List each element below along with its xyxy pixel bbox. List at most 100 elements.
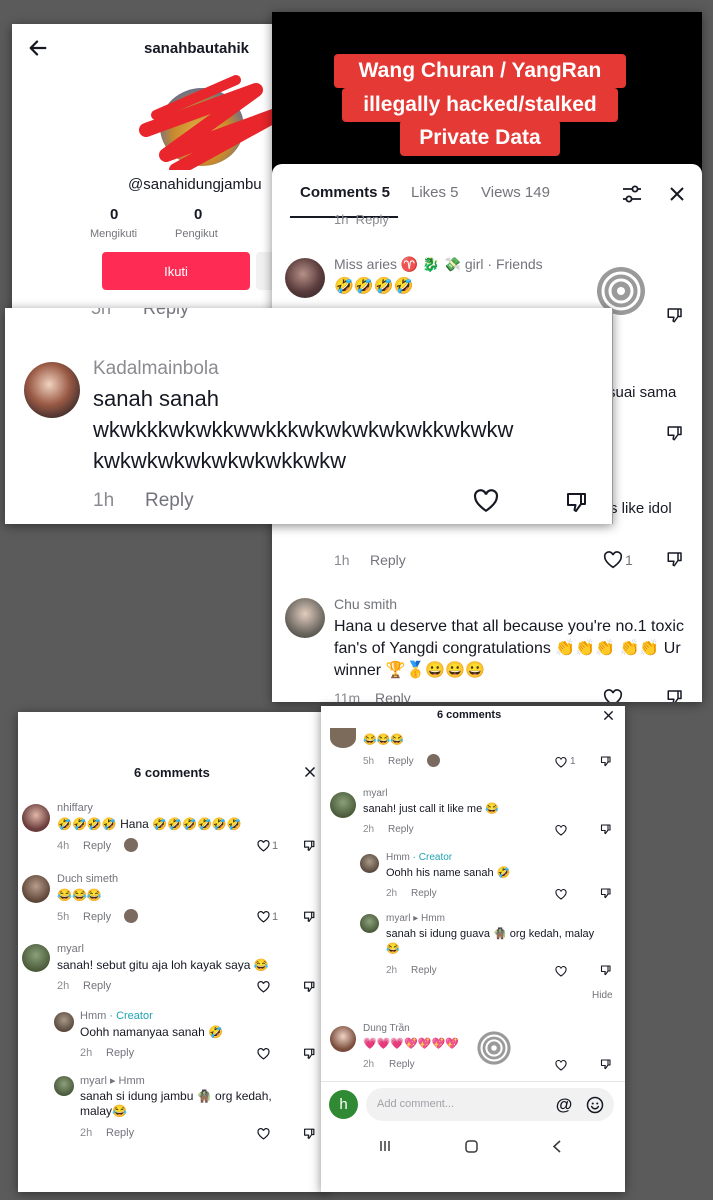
close-icon[interactable] xyxy=(302,764,318,780)
dislike-icon[interactable] xyxy=(302,909,316,923)
like-heart-icon[interactable] xyxy=(602,550,624,570)
comment-user[interactable]: nhiffary xyxy=(57,802,93,814)
creator-liked-avatar xyxy=(124,909,138,923)
dislike-icon[interactable] xyxy=(599,822,613,836)
mention-icon[interactable]: @ xyxy=(554,1095,574,1115)
reply-button[interactable]: Reply xyxy=(389,1059,415,1070)
dislike-icon[interactable] xyxy=(599,1057,613,1071)
dislike-icon[interactable] xyxy=(599,754,613,768)
reply-button[interactable]: Reply xyxy=(106,1127,134,1139)
like-heart-icon[interactable] xyxy=(256,980,270,994)
reply-button[interactable]: Reply xyxy=(388,756,414,767)
dislike-icon[interactable] xyxy=(302,838,316,852)
like-heart-icon[interactable] xyxy=(256,910,270,924)
dislike-icon[interactable] xyxy=(664,304,686,326)
dislike-icon[interactable] xyxy=(599,963,613,977)
comment-user-name: Hmm xyxy=(386,852,410,863)
like-heart-icon[interactable] xyxy=(554,964,568,978)
row-time: 2h xyxy=(386,965,398,976)
avatar-duch-simeth[interactable] xyxy=(22,875,50,903)
dislike-icon[interactable] xyxy=(664,686,686,702)
dislike-icon[interactable] xyxy=(302,1126,316,1140)
reply-button[interactable]: Reply xyxy=(145,490,194,512)
tab-likes[interactable]: Likes 5 xyxy=(411,184,459,201)
scroll-target-icon[interactable] xyxy=(475,1029,513,1067)
comment-text: sanah si idung jambu 🧌 org kedah, malay😂 xyxy=(80,1089,272,1118)
tab-views[interactable]: Views 149 xyxy=(481,184,550,201)
dislike-icon[interactable] xyxy=(599,886,613,900)
avatar-hmm[interactable] xyxy=(54,1012,74,1032)
stat-following-value[interactable]: 0 xyxy=(110,206,118,223)
dislike-icon[interactable] xyxy=(563,488,591,516)
reply-button[interactable]: Reply xyxy=(370,552,406,568)
reply-button[interactable]: Reply xyxy=(83,840,111,852)
follow-button[interactable]: Ikuti xyxy=(102,252,250,290)
avatar-myarl[interactable] xyxy=(360,914,379,933)
avatar-myarl[interactable] xyxy=(54,1076,74,1096)
reply-button[interactable]: Reply xyxy=(83,980,111,992)
cut-row-time: 5h xyxy=(91,308,112,318)
comment-user[interactable]: myarl ▸ Hmm xyxy=(386,913,445,924)
dislike-icon[interactable] xyxy=(664,548,686,570)
avatar-myarl[interactable] xyxy=(22,944,50,972)
comment-user-chu-smith[interactable]: Chu smith xyxy=(334,596,397,612)
close-icon[interactable] xyxy=(665,182,689,206)
emoji-icon[interactable] xyxy=(584,1094,606,1116)
avatar-hmm[interactable] xyxy=(360,854,379,873)
stat-followers-value[interactable]: 0 xyxy=(194,206,202,223)
row-time: 2h xyxy=(386,888,398,899)
avatar-myarl[interactable] xyxy=(330,792,356,818)
comment-user[interactable]: Dung Trần xyxy=(363,1023,410,1034)
stat-followers-label[interactable]: Pengikut xyxy=(175,228,218,240)
comment-user-miss-aries[interactable]: Miss aries ♈ 🐉 💸 girl · Friends xyxy=(334,256,543,273)
close-icon[interactable] xyxy=(601,708,615,722)
comment-text: Oohh namanyaa sanah 🤣 xyxy=(80,1025,224,1039)
reply-button[interactable]: Reply xyxy=(83,911,111,923)
avatar-duch-simeth[interactable] xyxy=(330,728,356,748)
stat-following-label[interactable]: Mengikuti xyxy=(90,228,137,240)
reply-button[interactable]: Reply xyxy=(411,888,437,899)
back-arrow-icon[interactable] xyxy=(26,36,50,60)
dislike-icon[interactable] xyxy=(302,979,316,993)
like-heart-icon[interactable] xyxy=(554,887,568,901)
comment-text: sanah si idung guava 🧌 org kedah, malay😂 xyxy=(386,928,595,955)
like-heart-icon[interactable] xyxy=(554,823,568,837)
avatar-nhiffary[interactable] xyxy=(22,804,50,832)
tab-comments[interactable]: Comments 5 xyxy=(300,184,390,201)
row-time: 11m xyxy=(334,690,361,702)
dislike-icon[interactable] xyxy=(664,422,686,444)
dislike-icon[interactable] xyxy=(302,1046,316,1060)
avatar-miss-aries[interactable] xyxy=(285,258,325,298)
reply-button[interactable]: Reply xyxy=(411,965,437,976)
comment-user[interactable]: Hmm · Creator xyxy=(80,1010,153,1022)
comment-text: 💗💗💗💖💖💖💖 xyxy=(363,1038,459,1050)
avatar-dung-tran[interactable] xyxy=(330,1026,356,1052)
comment-user[interactable]: Duch simeth xyxy=(57,873,118,885)
like-heart-icon[interactable] xyxy=(472,488,500,514)
avatar-kadalmainbola[interactable] xyxy=(24,362,80,418)
comment-user-kadalmainbola[interactable]: Kadalmainbola xyxy=(93,358,219,380)
hide-replies-link[interactable]: Hide xyxy=(592,990,613,1001)
reply-button[interactable]: Reply xyxy=(388,824,414,835)
filter-icon[interactable] xyxy=(620,182,644,206)
like-heart-icon[interactable] xyxy=(256,1047,270,1061)
cut-row-reply[interactable]: Reply xyxy=(143,308,189,319)
comment-user[interactable]: myarl ▸ Hmm xyxy=(80,1074,145,1087)
back-icon[interactable] xyxy=(549,1138,565,1154)
like-heart-icon[interactable] xyxy=(256,1127,270,1141)
reply-button[interactable]: Reply xyxy=(106,1047,134,1059)
recent-apps-icon[interactable] xyxy=(377,1138,393,1154)
avatar-chu-smith[interactable] xyxy=(285,598,325,638)
input-bar-divider xyxy=(321,1081,625,1082)
like-heart-icon[interactable] xyxy=(256,839,270,853)
comment-input[interactable]: Add comment... @ xyxy=(366,1088,614,1121)
comment-user[interactable]: myarl xyxy=(363,788,387,799)
like-heart-icon[interactable] xyxy=(602,688,624,702)
comment-user[interactable]: Hmm · Creator xyxy=(386,852,452,863)
comment-user[interactable]: myarl xyxy=(57,943,84,955)
like-heart-icon[interactable] xyxy=(554,1058,568,1072)
home-icon[interactable] xyxy=(463,1138,479,1154)
creator-badge: · Creator xyxy=(109,1010,153,1022)
reply-button[interactable]: Reply xyxy=(375,690,411,702)
like-heart-icon[interactable] xyxy=(554,755,568,769)
